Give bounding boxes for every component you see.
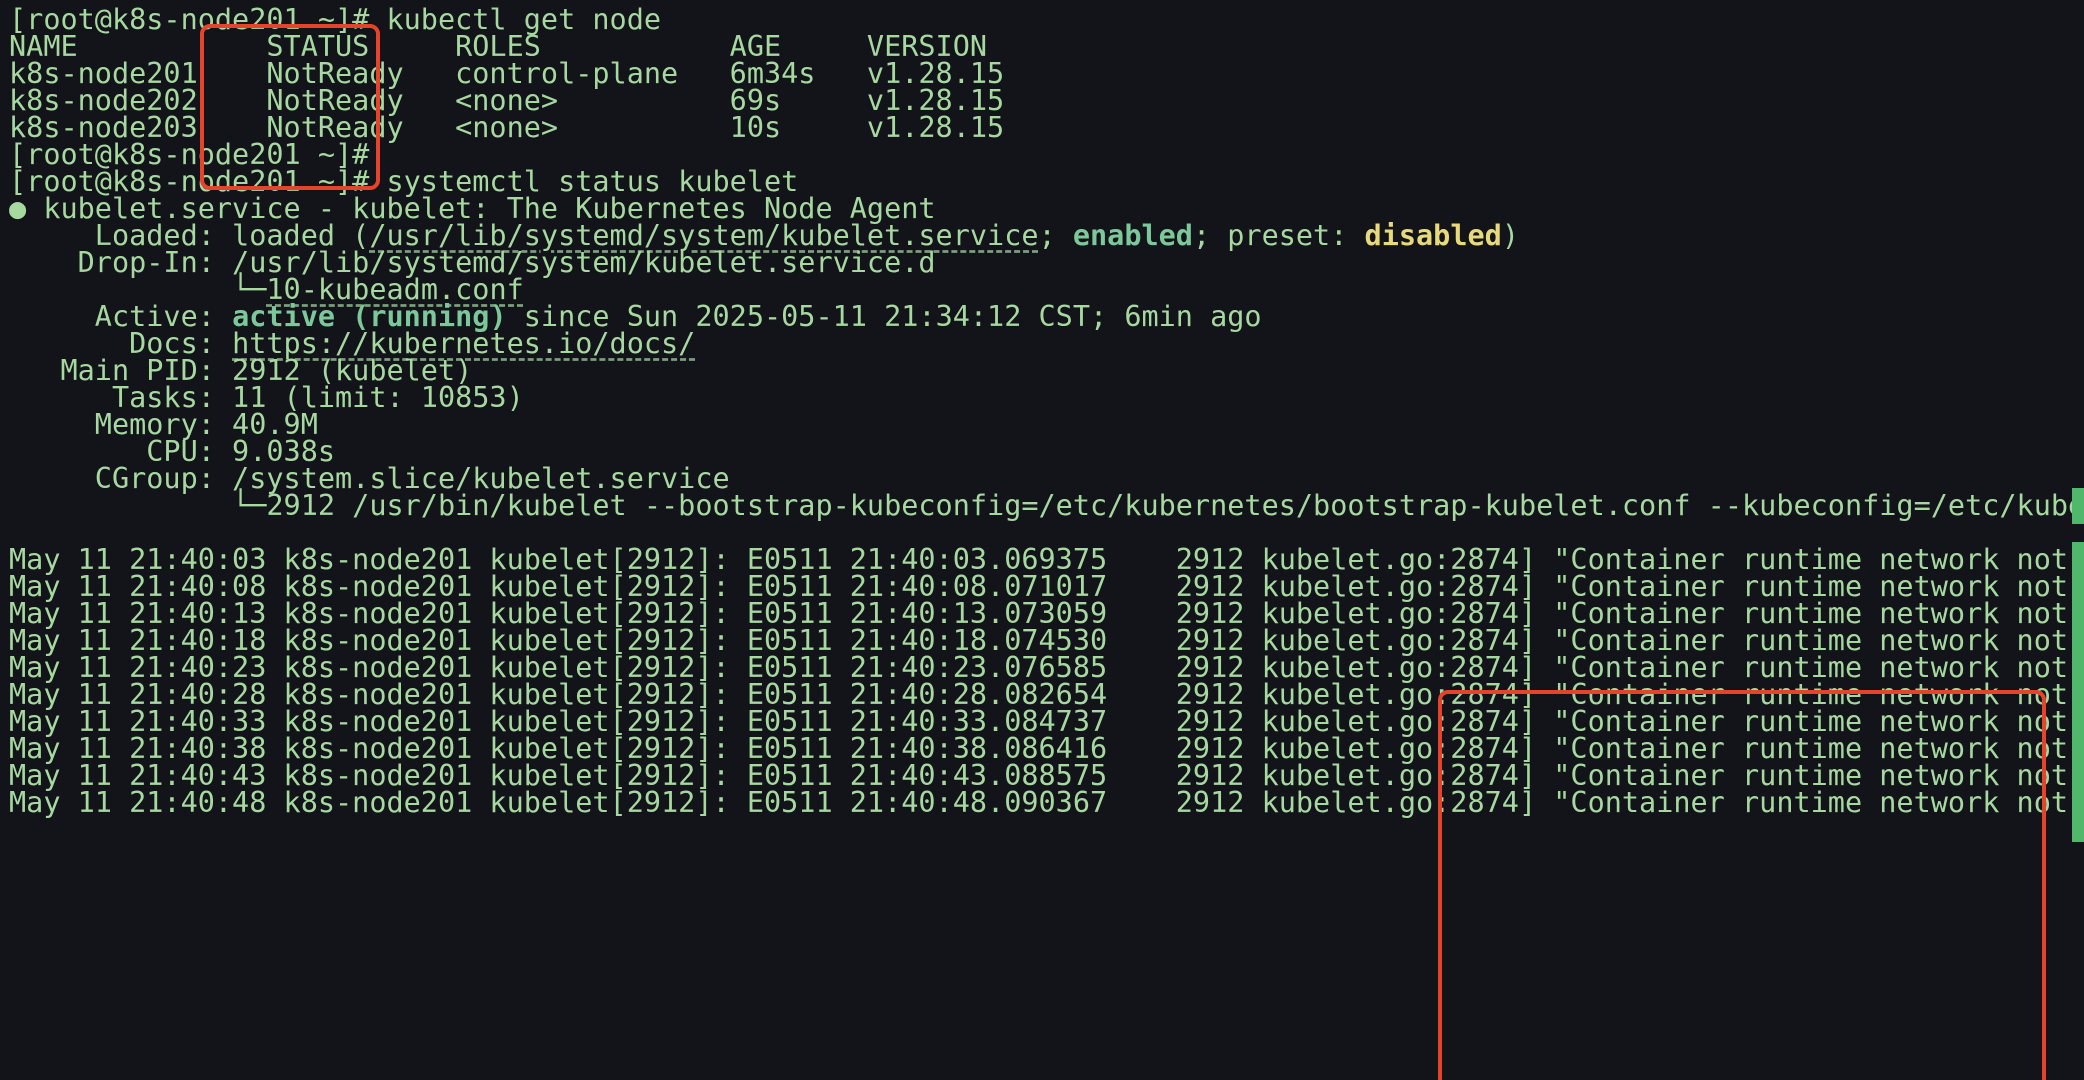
service-process-line: └─2912 /usr/bin/kubelet --bootstrap-kube… (9, 489, 2084, 522)
closing-paren: ) (1501, 219, 1519, 252)
status-column-highlight-box (200, 24, 380, 190)
enabled-status: enabled (1072, 219, 1193, 252)
terminal-window[interactable]: [root@k8s-node201 ~]# kubectl get node N… (0, 0, 2084, 1080)
preset-disabled-status: disabled (1364, 219, 1502, 252)
error-message-highlight-box (1438, 690, 2046, 1080)
separator-text: ; (1038, 219, 1073, 252)
line-overflow-marker (2072, 542, 2084, 842)
line-overflow-marker (2072, 488, 2084, 524)
preset-label: ; preset: (1192, 219, 1365, 252)
